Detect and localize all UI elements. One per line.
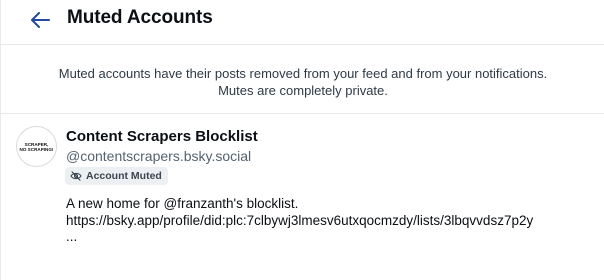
display-name[interactable]: Content Scrapers Blocklist xyxy=(66,128,258,145)
notice-line-1: Muted accounts have their posts removed … xyxy=(58,66,548,81)
notice-line-2: Mutes are completely private. xyxy=(218,83,388,98)
muted-accounts-page: Muted Accounts Muted accounts have their… xyxy=(0,0,604,280)
eye-slash-icon xyxy=(70,171,82,181)
mute-info-notice: Muted accounts have their posts removed … xyxy=(1,45,604,114)
avatar[interactable]: SCRAPER, NO SCRAPING! xyxy=(16,126,57,167)
back-button[interactable] xyxy=(25,8,55,32)
header: Muted Accounts xyxy=(1,0,604,45)
badge-label: Account Muted xyxy=(86,170,162,182)
account-muted-badge: Account Muted xyxy=(65,167,168,185)
page-title: Muted Accounts xyxy=(67,7,213,28)
arrow-left-icon xyxy=(31,12,50,28)
muted-account-item[interactable]: SCRAPER, NO SCRAPING! Content Scrapers B… xyxy=(1,115,604,280)
account-bio: A new home for @franzanth's blocklist. h… xyxy=(66,196,534,244)
account-handle: @contentscrapers.bsky.social xyxy=(66,148,252,164)
avatar-text-2: NO SCRAPING! xyxy=(19,146,54,152)
